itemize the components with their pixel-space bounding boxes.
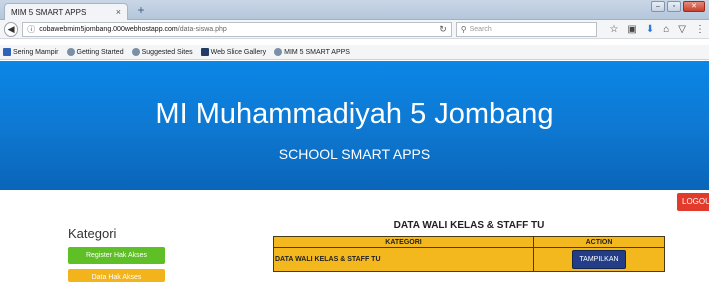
pocket-icon[interactable]: ▽ [678,24,686,35]
address-bar[interactable]: ⓘ cobawebmim5jombang.000webhostapp.com /… [22,21,452,37]
firefox-icon [131,48,140,56]
minimize-icon[interactable]: ‒ [651,1,665,12]
url-path: /data-siswa.php [177,25,227,33]
sidebar-title: Kategori [68,226,117,241]
firefox-icon [274,48,283,56]
bookmark-label: Getting Started [76,48,124,56]
bookmarks-bar: Sering Mampir Getting Started Suggested … [0,45,709,60]
reload-icon[interactable]: ↻ [439,24,447,35]
ie-icon [200,48,209,56]
bookmark-label: MIM 5 SMART APPS [284,48,350,56]
page-subtitle: SCHOOL SMART APPS [278,146,431,162]
table-row: DATA WALI KELAS & STAFF TU TAMPILKAN [273,247,665,272]
firefox-icon [66,48,75,56]
action-cell: TAMPILKAN [533,247,665,272]
bookmark-label: Web Slice Gallery [210,48,267,56]
bookmark-item[interactable]: Suggested Sites [131,48,193,56]
new-tab-button[interactable]: + [134,4,148,17]
logout-button[interactable]: LOGOU [677,193,709,211]
search-icon: ⚲ [460,24,467,34]
bookmark-item[interactable]: MIM 5 SMART APPS [274,48,350,56]
bookmark-icon [3,48,11,56]
bookmark-item[interactable]: Sering Mampir [3,48,59,56]
bookmark-item[interactable]: Web Slice Gallery [200,48,267,56]
url-host: cobawebmim5jombang.000webhostapp.com [39,25,178,33]
bookmark-label: Suggested Sites [141,48,193,56]
browser-navbar: ◀ ⓘ cobawebmim5jombang.000webhostapp.com… [0,20,709,39]
browser-titlebar: MIM 5 SMART APPS × + ‒ ▫ ✕ [0,0,709,20]
star-icon[interactable]: ☆ [609,24,618,35]
search-placeholder: Search [469,25,492,33]
category-table: KATEGORI ACTION DATA WALI KELAS & STAFF … [273,236,665,272]
column-header-action: ACTION [533,236,665,248]
window-controls: ‒ ▫ ✕ [651,1,705,12]
register-access-button[interactable]: Register Hak Akses [68,247,165,264]
tab-title: MIM 5 SMART APPS [11,7,87,17]
close-window-icon[interactable]: ✕ [683,1,705,12]
download-icon[interactable]: ⬇ [646,24,654,35]
maximize-icon[interactable]: ▫ [667,1,681,12]
back-arrow-icon[interactable]: ◀ [4,21,19,37]
bookmark-label: Sering Mampir [13,48,59,56]
table-header-row: KATEGORI ACTION [273,236,665,248]
section-title: DATA WALI KELAS & STAFF TU [393,220,545,231]
toolbar-icons: ☆ ▣ ⬇ ⌂ ▽ ⋮ [609,24,705,35]
access-data-button[interactable]: Data Hak Akses [68,269,165,282]
column-header-kategori: KATEGORI [273,236,534,248]
kategori-cell: DATA WALI KELAS & STAFF TU [273,247,534,272]
close-tab-icon[interactable]: × [116,7,121,17]
header-banner: MI Muhammadiyah 5 Jombang SCHOOL SMART A… [0,61,709,190]
browser-tab[interactable]: MIM 5 SMART APPS × [4,3,128,20]
menu-icon[interactable]: ⋮ [695,24,705,35]
info-icon[interactable]: ⓘ [27,24,35,35]
home-icon[interactable]: ⌂ [663,24,669,35]
clipboard-icon[interactable]: ▣ [627,24,636,35]
bookmark-item[interactable]: Getting Started [66,48,124,56]
page-title: MI Muhammadiyah 5 Jombang [155,98,554,130]
show-button[interactable]: TAMPILKAN [572,250,626,269]
search-input[interactable]: ⚲ Search [455,21,598,37]
